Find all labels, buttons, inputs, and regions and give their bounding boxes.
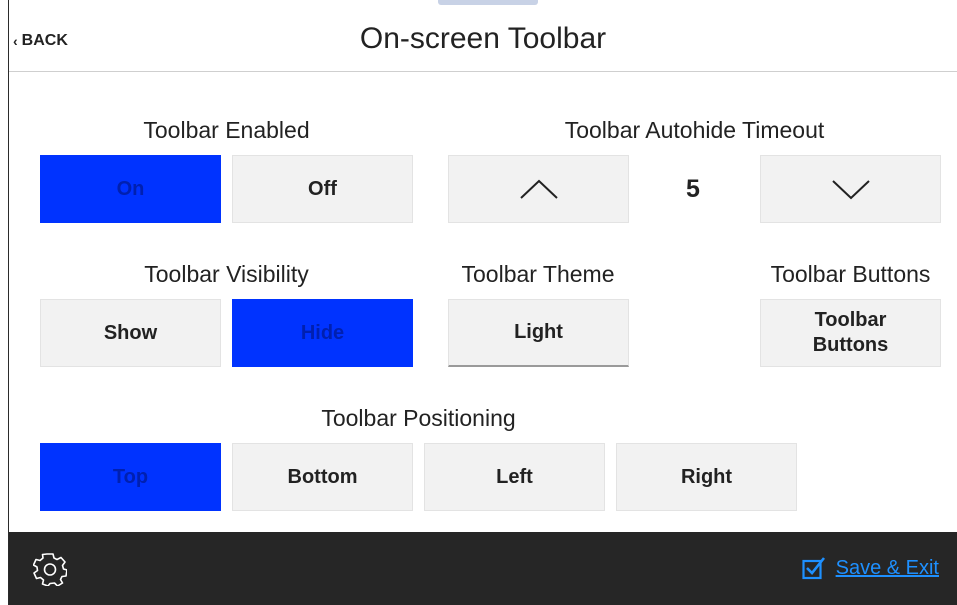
save-exit-label: Save & Exit: [835, 556, 939, 579]
footer-bar: Save & Exit: [9, 532, 957, 605]
autohide-timeout-label: Toolbar Autohide Timeout: [564, 117, 825, 143]
checkbox-checked-icon: [802, 557, 825, 580]
toolbar-visibility-label: Toolbar Visibility: [144, 261, 309, 287]
page-title: On-screen Toolbar: [359, 22, 607, 55]
toolbar-enabled-label: Toolbar Enabled: [143, 117, 310, 143]
toolbar-positioning-label: Toolbar Positioning: [321, 405, 516, 431]
gear-icon[interactable]: [33, 552, 67, 586]
save-exit-button[interactable]: Save & Exit: [802, 556, 939, 580]
top-handle[interactable]: [438, 0, 538, 5]
chevron-up-icon: [519, 179, 558, 199]
toolbar-visibility-hide-button[interactable]: Hide: [232, 299, 413, 367]
timeout-value: 5: [686, 174, 700, 203]
toolbar-buttons-line1: Toolbar: [814, 309, 887, 331]
header-bar: ‹ BACK On-screen Toolbar: [9, 8, 957, 72]
toolbar-theme-select[interactable]: Light: [448, 299, 629, 367]
position-right-button[interactable]: Right: [616, 443, 797, 511]
toolbar-visibility-show-button[interactable]: Show: [40, 299, 221, 367]
toolbar-buttons-label: Toolbar Buttons: [770, 261, 931, 287]
toolbar-buttons-button[interactable]: Toolbar Buttons: [760, 299, 941, 367]
toolbar-enabled-off-button[interactable]: Off: [232, 155, 413, 223]
position-left-button[interactable]: Left: [424, 443, 605, 511]
timeout-increase-button[interactable]: [448, 155, 629, 223]
timeout-decrease-button[interactable]: [760, 155, 941, 223]
toolbar-enabled-on-button[interactable]: On: [40, 155, 221, 223]
position-bottom-button[interactable]: Bottom: [232, 443, 413, 511]
toolbar-theme-label: Toolbar Theme: [461, 261, 615, 287]
toolbar-buttons-line2: Buttons: [812, 334, 889, 356]
chevron-down-icon: [831, 180, 870, 200]
position-top-button[interactable]: Top: [40, 443, 221, 511]
